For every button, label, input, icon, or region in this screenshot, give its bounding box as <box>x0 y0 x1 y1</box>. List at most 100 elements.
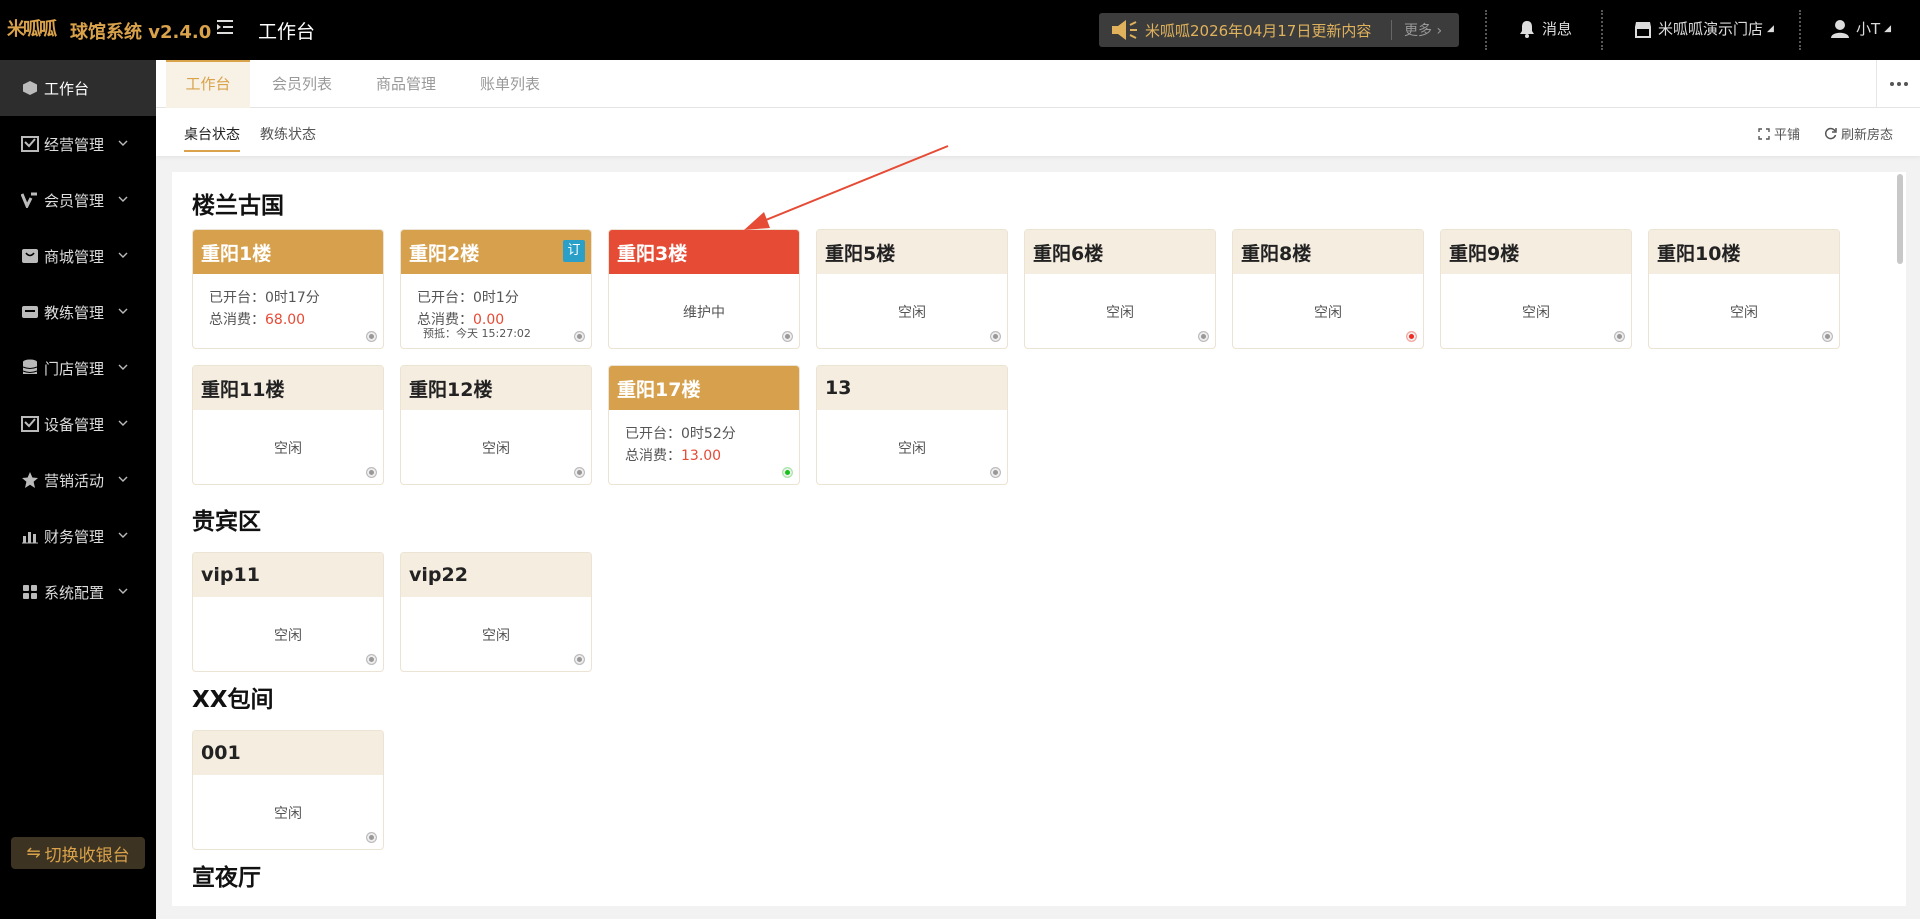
cube-icon <box>20 78 40 98</box>
light-status-dot <box>574 331 585 342</box>
coach-icon <box>20 302 40 322</box>
table-name: 重阳12楼 <box>401 366 591 410</box>
table-body: 已开台：0时52分 总消费：13.00 <box>609 410 799 484</box>
table-status: 空闲 <box>898 305 926 321</box>
table-status: 空闲 <box>1730 305 1758 321</box>
tab-bills[interactable]: 账单列表 <box>458 60 562 108</box>
app-name: 球馆系统 v2.4.0 <box>70 22 212 43</box>
switch-cashier-button[interactable]: ⇋ 切换收银台 <box>11 837 145 869</box>
chevron-down-icon <box>118 420 128 426</box>
sidebar-item-label: 工作台 <box>44 79 90 98</box>
table-card[interactable]: 重阳10楼 空闲 <box>1648 229 1840 349</box>
sidebar-item-4[interactable]: 教练管理 <box>0 284 156 340</box>
bell-icon <box>1520 20 1534 38</box>
user-menu[interactable]: 小T ◢ <box>1830 18 1891 39</box>
messages-button[interactable]: 消息 <box>1518 18 1572 39</box>
table-status: 维护中 <box>683 305 725 321</box>
caret-down-icon: ◢ <box>1767 23 1774 34</box>
menu-fold-icon[interactable] <box>216 18 234 36</box>
sidebar-item-5[interactable]: 门店管理 <box>0 340 156 396</box>
caret-down-icon: ◢ <box>1884 23 1892 34</box>
table-status: 空闲 <box>274 441 302 457</box>
top-bar: 米呱呱 球馆系统 v2.4.0 工作台 米呱呱2026年04月17日更新内容 更… <box>0 0 1920 60</box>
table-card[interactable]: 重阳3楼维护中 <box>608 229 800 349</box>
tab-member-list[interactable]: 会员列表 <box>250 60 354 108</box>
open-time-value: 0时52分 <box>681 426 736 442</box>
tab-goods[interactable]: 商品管理 <box>354 60 458 108</box>
table-card[interactable]: 重阳11楼 空闲 <box>192 365 384 485</box>
table-status: 空闲 <box>482 441 510 457</box>
sidebar-item-9[interactable]: 系统配置 <box>0 564 156 620</box>
spend-value: 68.00 <box>265 312 306 328</box>
scrollbar[interactable] <box>1897 174 1903 264</box>
sidebar-item-3[interactable]: 商城管理 <box>0 228 156 284</box>
subtab-coach-status[interactable]: 教练状态 <box>260 124 316 144</box>
chevron-down-icon <box>118 364 128 370</box>
table-card[interactable]: vip11 空闲 <box>192 552 384 672</box>
sidebar-item-0[interactable]: 工作台 <box>0 60 156 116</box>
table-name: 13 <box>817 366 1007 410</box>
tile-button[interactable]: 平铺 <box>1758 124 1800 143</box>
tab-more-button[interactable] <box>1876 60 1920 108</box>
table-card[interactable]: 重阳8楼 空闲 <box>1232 229 1424 349</box>
table-body: 已开台：0时17分总消费：68.00 <box>193 274 383 348</box>
open-time: 已开台：0时17分 <box>209 287 320 307</box>
divider <box>1799 10 1801 50</box>
table-card[interactable]: vip22 空闲 <box>400 552 592 672</box>
table-card[interactable]: 重阳5楼 空闲 <box>816 229 1008 349</box>
notice-divider <box>1391 20 1392 40</box>
sidebar-item-7[interactable]: 营销活动 <box>0 452 156 508</box>
table-name: 重阳3楼 <box>609 230 799 274</box>
subtab-table-status[interactable]: 桌台状态 <box>184 124 240 152</box>
user-icon <box>1831 19 1849 38</box>
open-label: 已开台： <box>417 290 473 306</box>
open-label: 已开台： <box>209 290 265 306</box>
open-time-value: 0时1分 <box>473 290 519 306</box>
chevron-down-icon <box>118 308 128 314</box>
notice-bar[interactable]: 米呱呱2026年04月17日更新内容 更多 › <box>1099 13 1459 47</box>
table-name: vip11 <box>193 553 383 597</box>
table-card[interactable]: 重阳9楼 空闲 <box>1440 229 1632 349</box>
refresh-icon <box>1824 127 1837 140</box>
sidebar-item-label: 系统配置 <box>44 583 105 602</box>
table-name: 重阳8楼 <box>1233 230 1423 274</box>
divider <box>1601 10 1603 50</box>
refresh-button[interactable]: 刷新房态 <box>1824 124 1893 143</box>
table-card[interactable]: 重阳1楼 已开台：0时17分 总消费：68.00 <box>192 229 384 349</box>
switch-icon: ⇋ <box>26 843 41 863</box>
chevron-down-icon <box>118 196 128 202</box>
chevron-down-icon <box>118 140 128 146</box>
table-status: 空闲 <box>274 806 302 822</box>
table-body: 空闲 <box>817 410 1007 484</box>
table-body: 空闲 <box>193 410 383 484</box>
table-card[interactable]: 13 空闲 <box>816 365 1008 485</box>
table-card[interactable]: 重阳6楼空闲 <box>1024 229 1216 349</box>
sidebar-item-8[interactable]: 财务管理 <box>0 508 156 564</box>
table-name: 重阳6楼 <box>1025 230 1215 274</box>
spend-label: 总消费： <box>625 448 681 464</box>
grid-icon <box>20 582 40 602</box>
table-card[interactable]: 重阳2楼订已开台：0时1分 总消费：0.00 预抵：今天 15:27:02 <box>400 229 592 349</box>
sidebar-item-6[interactable]: 设备管理 <box>0 396 156 452</box>
notice-text[interactable]: 米呱呱2026年04月17日更新内容 <box>1145 20 1391 41</box>
database-icon <box>20 358 40 378</box>
table-card[interactable]: 001 空闲 <box>192 730 384 850</box>
notice-more-link[interactable]: 更多 › <box>1404 20 1442 40</box>
table-status: 空闲 <box>1106 305 1134 321</box>
area-title: 贵宾区 <box>192 509 261 535</box>
store-selector[interactable]: 米呱呱演示门店 ◢ <box>1634 18 1774 39</box>
table-body: 空闲 <box>193 775 383 849</box>
reserved-badge: 订 <box>563 240 585 262</box>
sidebar-item-label: 教练管理 <box>44 303 105 322</box>
table-card[interactable]: 重阳12楼空闲 <box>400 365 592 485</box>
sidebar-item-1[interactable]: 经营管理 <box>0 116 156 172</box>
light-status-dot <box>990 467 1001 478</box>
light-status-dot <box>990 331 1001 342</box>
sidebar-item-2[interactable]: 会员管理 <box>0 172 156 228</box>
sidebar-item-label: 设备管理 <box>44 415 105 434</box>
tab-workbench[interactable]: 工作台 <box>166 60 250 108</box>
table-body: 空闲 <box>817 274 1007 348</box>
table-card[interactable]: 重阳17楼 已开台：0时52分 总消费：13.00 <box>608 365 800 485</box>
table-body: 已开台：0时1分 总消费：0.00 预抵：今天 15:27:02 <box>401 274 591 348</box>
spend-label: 总消费： <box>209 312 265 328</box>
